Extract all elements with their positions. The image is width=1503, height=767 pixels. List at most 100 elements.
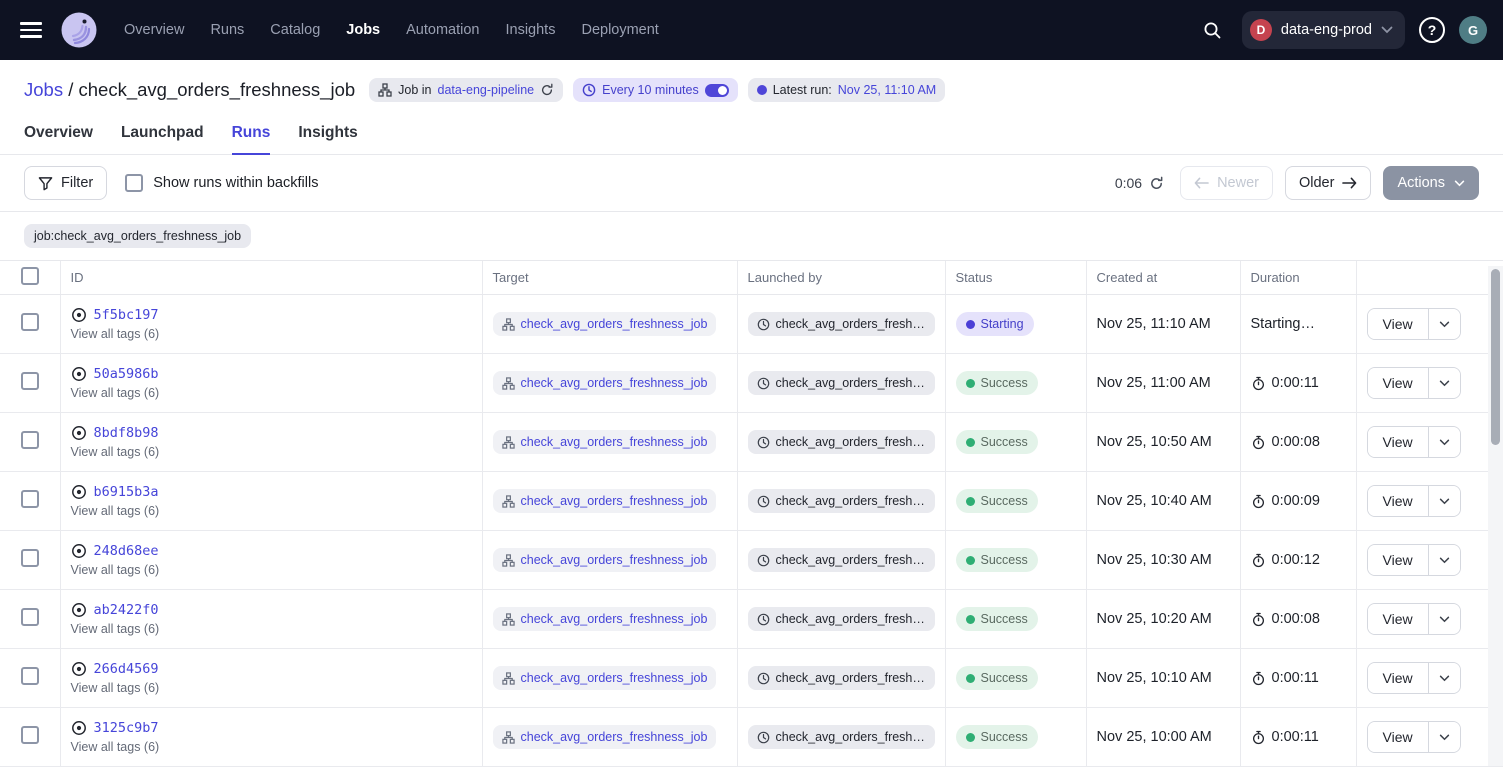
select-all-checkbox[interactable] (21, 267, 39, 285)
newer-button[interactable]: Newer (1180, 166, 1273, 200)
view-all-tags-link[interactable]: View all tags (6) (71, 504, 472, 518)
job-filter-chip[interactable]: job:check_avg_orders_freshness_job (24, 224, 251, 248)
vertical-scrollbar-thumb[interactable] (1491, 269, 1500, 445)
column-header-status[interactable]: Status (945, 261, 1086, 295)
view-all-tags-link[interactable]: View all tags (6) (71, 386, 472, 400)
view-dropdown-button[interactable] (1429, 663, 1460, 693)
run-bullseye-icon (71, 661, 87, 677)
row-checkbox[interactable] (21, 549, 39, 567)
pipeline-link[interactable]: data-eng-pipeline (438, 83, 535, 97)
tab-overview[interactable]: Overview (24, 116, 93, 155)
topnav-item-jobs[interactable]: Jobs (346, 22, 380, 38)
column-header-id[interactable]: ID (60, 261, 482, 295)
run-id-link[interactable]: 3125c9b7 (94, 720, 159, 736)
topnav-item-overview[interactable]: Overview (124, 22, 184, 38)
topnav-item-catalog[interactable]: Catalog (270, 22, 320, 38)
workspace-switcher[interactable]: D data-eng-prod (1242, 11, 1405, 49)
view-button[interactable]: View (1368, 663, 1429, 693)
run-id-link[interactable]: 50a5986b (94, 366, 159, 382)
row-checkbox[interactable] (21, 372, 39, 390)
topnav-item-runs[interactable]: Runs (210, 22, 244, 38)
view-button[interactable]: View (1368, 368, 1429, 398)
tab-launchpad[interactable]: Launchpad (121, 116, 204, 155)
view-button[interactable]: View (1368, 604, 1429, 634)
column-header-duration[interactable]: Duration (1240, 261, 1356, 295)
target-pill[interactable]: check_avg_orders_freshness_job (493, 666, 717, 690)
view-all-tags-link[interactable]: View all tags (6) (71, 445, 472, 459)
view-all-tags-link[interactable]: View all tags (6) (71, 622, 472, 636)
run-id-link[interactable]: b6915b3a (94, 484, 159, 500)
runs-table: ID Target Launched by Status Created at … (0, 260, 1503, 767)
launched-by-pill[interactable]: check_avg_orders_freshn… (748, 548, 935, 572)
view-all-tags-link[interactable]: View all tags (6) (71, 563, 472, 577)
chevron-down-icon (1454, 180, 1465, 187)
reload-icon[interactable] (540, 83, 554, 97)
view-dropdown-button[interactable] (1429, 309, 1460, 339)
view-dropdown-button[interactable] (1429, 545, 1460, 575)
target-pill[interactable]: check_avg_orders_freshness_job (493, 371, 717, 395)
view-button[interactable]: View (1368, 309, 1429, 339)
launched-by-pill[interactable]: check_avg_orders_freshn… (748, 371, 935, 395)
target-pill[interactable]: check_avg_orders_freshness_job (493, 430, 717, 454)
latest-run-time-link[interactable]: Nov 25, 11:10 AM (838, 83, 936, 97)
topnav-item-insights[interactable]: Insights (505, 22, 555, 38)
view-all-tags-link[interactable]: View all tags (6) (71, 327, 472, 341)
row-checkbox[interactable] (21, 667, 39, 685)
view-all-tags-link[interactable]: View all tags (6) (71, 681, 472, 695)
duration-value: Starting… (1251, 316, 1346, 332)
actions-button[interactable]: Actions (1383, 166, 1479, 200)
tab-runs[interactable]: Runs (232, 116, 271, 155)
search-icon[interactable] (1198, 15, 1228, 45)
row-checkbox[interactable] (21, 431, 39, 449)
column-header-launched-by[interactable]: Launched by (737, 261, 945, 295)
target-pill[interactable]: check_avg_orders_freshness_job (493, 489, 717, 513)
view-button[interactable]: View (1368, 486, 1429, 516)
backfills-checkbox[interactable] (125, 174, 143, 192)
duration-value: 0:00:08 (1251, 611, 1346, 627)
launched-by-pill[interactable]: check_avg_orders_freshn… (748, 430, 935, 454)
view-all-tags-link[interactable]: View all tags (6) (71, 740, 472, 754)
user-avatar[interactable]: G (1459, 16, 1487, 44)
latest-run-badge: Latest run: Nov 25, 11:10 AM (748, 78, 946, 102)
tab-insights[interactable]: Insights (298, 116, 357, 155)
view-dropdown-button[interactable] (1429, 486, 1460, 516)
view-button[interactable]: View (1368, 545, 1429, 575)
row-checkbox[interactable] (21, 726, 39, 744)
run-id-link[interactable]: 248d68ee (94, 543, 159, 559)
hamburger-menu-icon[interactable] (20, 18, 44, 42)
launched-by-pill[interactable]: check_avg_orders_freshn… (748, 489, 935, 513)
run-id-link[interactable]: ab2422f0 (94, 602, 159, 618)
launched-by-pill[interactable]: check_avg_orders_freshn… (748, 725, 935, 749)
filter-button[interactable]: Filter (24, 166, 107, 200)
breadcrumb-jobs-link[interactable]: Jobs (24, 79, 63, 100)
topnav-item-automation[interactable]: Automation (406, 22, 479, 38)
run-id-link[interactable]: 8bdf8b98 (94, 425, 159, 441)
view-dropdown-button[interactable] (1429, 427, 1460, 457)
view-dropdown-button[interactable] (1429, 604, 1460, 634)
schedule-toggle[interactable] (705, 84, 729, 97)
older-button[interactable]: Older (1285, 166, 1371, 200)
launched-by-pill[interactable]: check_avg_orders_freshn… (748, 607, 935, 631)
view-dropdown-button[interactable] (1429, 368, 1460, 398)
column-header-target[interactable]: Target (482, 261, 737, 295)
topnav-item-deployment[interactable]: Deployment (581, 22, 658, 38)
launched-by-pill[interactable]: check_avg_orders_freshn… (748, 312, 935, 336)
target-pill[interactable]: check_avg_orders_freshness_job (493, 725, 717, 749)
column-header-created-at[interactable]: Created at (1086, 261, 1240, 295)
help-icon[interactable]: ? (1419, 17, 1445, 43)
launched-by-pill[interactable]: check_avg_orders_freshn… (748, 666, 935, 690)
run-id-link[interactable]: 5f5bc197 (94, 307, 159, 323)
row-checkbox[interactable] (21, 313, 39, 331)
row-checkbox[interactable] (21, 490, 39, 508)
run-id-link[interactable]: 266d4569 (94, 661, 159, 677)
target-pill[interactable]: check_avg_orders_freshness_job (493, 548, 717, 572)
refresh-icon[interactable] (1149, 176, 1164, 191)
dagster-logo[interactable] (60, 11, 98, 49)
row-checkbox[interactable] (21, 608, 39, 626)
vertical-scrollbar-track[interactable] (1488, 266, 1503, 766)
view-dropdown-button[interactable] (1429, 722, 1460, 752)
target-pill[interactable]: check_avg_orders_freshness_job (493, 312, 717, 336)
target-pill[interactable]: check_avg_orders_freshness_job (493, 607, 717, 631)
view-button[interactable]: View (1368, 722, 1429, 752)
view-button[interactable]: View (1368, 427, 1429, 457)
